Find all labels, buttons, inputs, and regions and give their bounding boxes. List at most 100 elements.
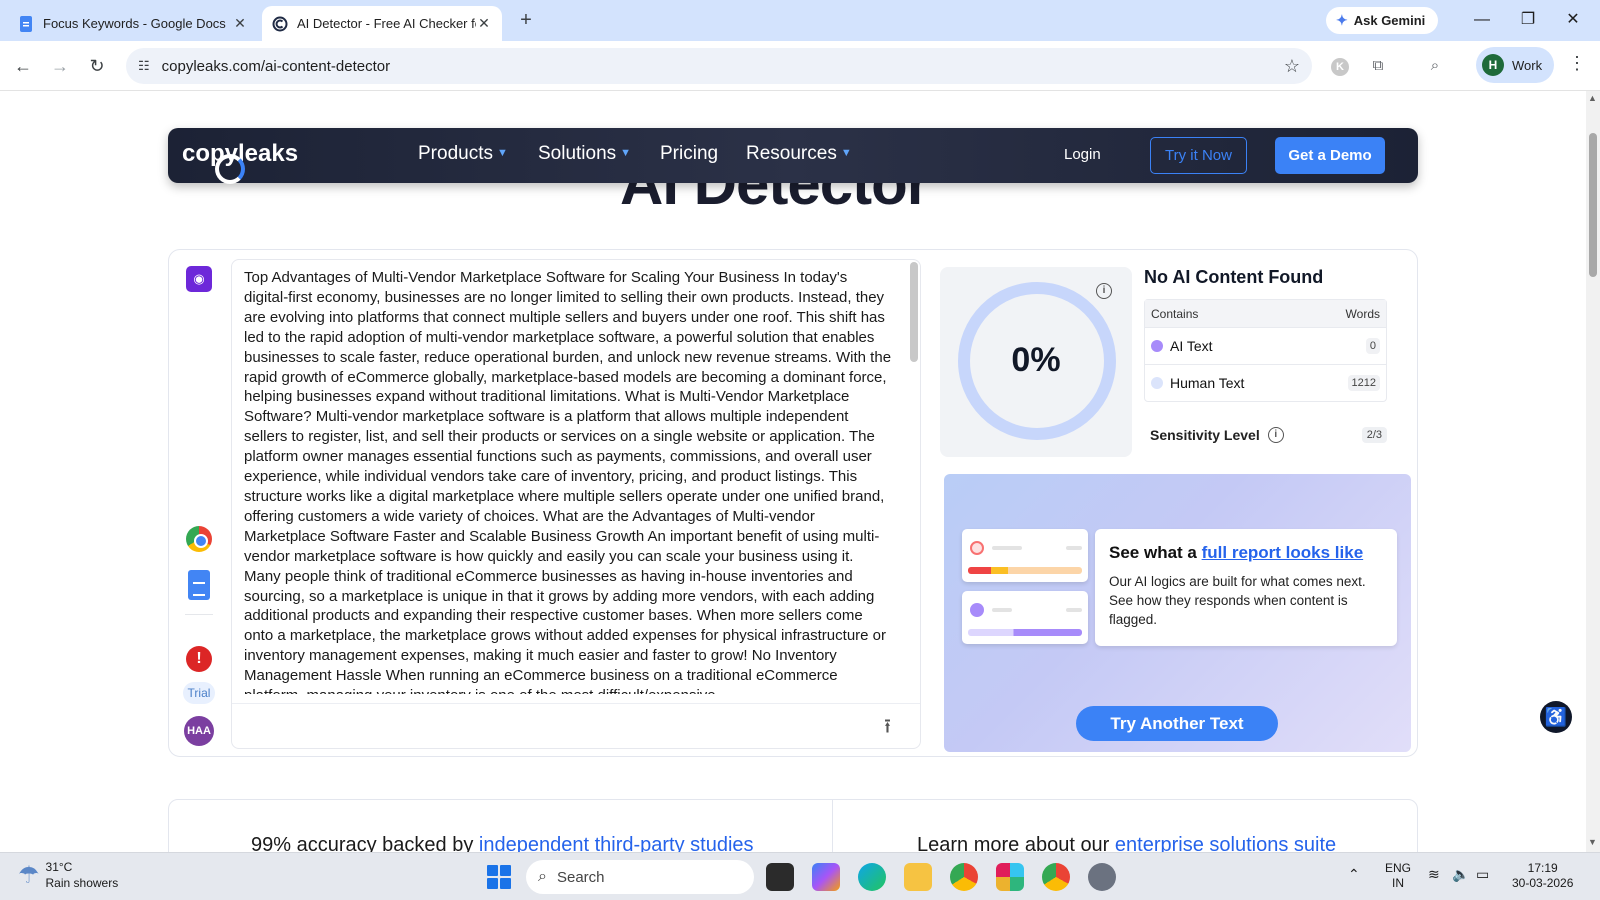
user-avatar[interactable]: HAA <box>184 716 214 746</box>
edge-icon[interactable] <box>858 863 886 891</box>
ai-score-box: 0% i <box>940 267 1132 457</box>
slack-icon[interactable] <box>996 863 1024 891</box>
bookmark-star-icon[interactable]: ☆ <box>1284 56 1300 77</box>
preview-bar <box>968 567 1082 574</box>
human-text-dot <box>1151 377 1163 389</box>
full-report-link[interactable]: full report looks like <box>1202 543 1364 562</box>
report-preview-card <box>962 591 1088 644</box>
copilot-icon[interactable] <box>812 863 840 891</box>
try-another-text-button[interactable]: Try Another Text <box>1076 706 1278 741</box>
scroll-up-icon[interactable]: ▲ <box>1588 93 1597 103</box>
profile-button[interactable]: H Work <box>1476 47 1554 83</box>
enterprise-suite-link[interactable]: enterprise solutions suite <box>1115 834 1336 852</box>
tab-search-icon[interactable]: ⌕ <box>1423 54 1447 78</box>
scroll-down-icon[interactable]: ▼ <box>1588 837 1597 847</box>
rail-divider <box>185 614 213 615</box>
wifi-icon[interactable]: ≋ <box>1428 867 1440 882</box>
info-icon[interactable]: i <box>1267 427 1284 443</box>
contains-header: Contains <box>1151 306 1199 321</box>
tab-title: AI Detector - Free AI Checker fo <box>297 16 476 31</box>
clock-time: 17:19 <box>1527 861 1558 875</box>
ask-gemini-button[interactable]: ✦ Ask Gemini <box>1326 7 1438 34</box>
site-info-icon[interactable]: ☷ <box>138 58 150 74</box>
input-text[interactable]: Top Advantages of Multi-Vendor Marketpla… <box>244 268 894 694</box>
omnibox[interactable]: ☷ copyleaks.com/ai-content-detector ☆ <box>126 48 1312 84</box>
nav-pricing[interactable]: Pricing <box>660 143 718 165</box>
accuracy-text: 99% accuracy backed by independent third… <box>251 834 754 852</box>
tab-ai-detector[interactable]: AI Detector - Free AI Checker fo ✕ <box>262 6 502 41</box>
accessibility-icon[interactable]: ♿ <box>1540 701 1572 733</box>
volume-icon[interactable]: 🔈 <box>1452 867 1469 882</box>
result-panel: No AI Content Found Contains Words AI Te… <box>1144 267 1394 457</box>
reload-button[interactable]: ↻ <box>84 53 110 79</box>
chrome-work-icon[interactable] <box>1042 863 1070 891</box>
detector-card: ◉ ! Trial HAA Top Advantages of Multi-Ve… <box>168 249 1418 757</box>
trial-badge[interactable]: Trial <box>183 682 215 704</box>
side-rail: ◉ ! Trial HAA <box>169 250 231 756</box>
sensitivity-row: Sensitivity Level i 2/3 <box>1150 427 1387 443</box>
extensions-puzzle-icon[interactable]: ⧉ <box>1366 54 1390 78</box>
warning-dot-icon <box>970 541 984 555</box>
text-scrollbar[interactable] <box>910 262 918 362</box>
settings-gear-icon[interactable] <box>1088 863 1116 891</box>
extension-k-icon[interactable]: K <box>1328 54 1352 78</box>
tab-google-docs[interactable]: Focus Keywords - Google Docs ✕ <box>8 6 258 41</box>
page-scrollbar[interactable]: ▲ ▼ <box>1586 91 1600 852</box>
rain-cloud-icon: ☂ <box>18 861 40 889</box>
close-window-button[interactable]: ✕ <box>1553 8 1593 32</box>
full-report-promo: See what a full report looks like Our AI… <box>944 474 1411 752</box>
result-table: Contains Words AI Text 0 Human Text 1212 <box>1144 299 1387 402</box>
promo-text-card: See what a full report looks like Our AI… <box>1095 529 1397 646</box>
promo-body: Our AI logics are built for what comes n… <box>1109 574 1366 627</box>
taskbar-search[interactable]: ⌕ Search <box>526 860 754 894</box>
alert-icon[interactable]: ! <box>186 646 212 672</box>
get-a-demo-button[interactable]: Get a Demo <box>1275 137 1385 174</box>
forward-button[interactable]: → <box>47 53 73 79</box>
result-heading: No AI Content Found <box>1144 267 1324 287</box>
copyleaks-logo[interactable]: copyleaks <box>182 140 298 184</box>
third-party-studies-link[interactable]: independent third-party studies <box>479 834 754 852</box>
clock[interactable]: 17:19 30-03-2026 <box>1512 861 1573 891</box>
human-text-label: Human Text <box>1170 375 1245 391</box>
language-indicator[interactable]: ENG IN <box>1385 861 1411 891</box>
battery-icon[interactable]: ▭ <box>1476 867 1489 882</box>
chevron-down-icon: ▼ <box>840 147 852 159</box>
close-tab-icon[interactable]: ✕ <box>476 15 492 32</box>
minimize-button[interactable]: — <box>1462 8 1502 32</box>
restore-button[interactable]: ❐ <box>1508 8 1548 32</box>
preview-line <box>992 608 1012 612</box>
sensitivity-value[interactable]: 2/3 <box>1361 427 1387 443</box>
chevron-up-icon[interactable]: ⌃ <box>1348 867 1360 882</box>
ask-gemini-label: Ask Gemini <box>1353 13 1426 28</box>
chrome-extension-icon[interactable] <box>186 526 212 552</box>
google-docs-addon-icon[interactable] <box>188 570 210 600</box>
url-text[interactable]: copyleaks.com/ai-content-detector <box>162 58 1284 75</box>
eye-icon[interactable]: ◉ <box>186 266 212 292</box>
upload-icon[interactable]: ⭱ <box>884 712 891 746</box>
address-toolbar: ← → ↻ ☷ copyleaks.com/ai-content-detecto… <box>0 41 1600 91</box>
back-button[interactable]: ← <box>10 53 36 79</box>
nav-products[interactable]: Products ▼ <box>418 143 508 165</box>
scrollbar-thumb[interactable] <box>1589 133 1597 277</box>
weather-widget[interactable]: ☂ 31°C Rain showers <box>18 859 118 891</box>
gemini-spark-icon: ✦ <box>1336 12 1348 28</box>
info-icon[interactable]: i <box>1096 283 1112 299</box>
chevron-down-icon: ▼ <box>496 147 508 159</box>
browser-menu-icon[interactable]: ⋮ <box>1568 53 1586 74</box>
file-explorer-icon[interactable] <box>904 863 932 891</box>
text-input-area[interactable]: Top Advantages of Multi-Vendor Marketpla… <box>231 259 921 749</box>
task-view-icon[interactable] <box>766 863 794 891</box>
ai-dot-icon <box>970 603 984 617</box>
tab-title: Focus Keywords - Google Docs <box>43 16 226 31</box>
nav-solutions[interactable]: Solutions ▼ <box>538 143 631 165</box>
weather-text: Rain showers <box>45 876 119 890</box>
new-tab-button[interactable]: + <box>512 8 540 34</box>
report-preview-card <box>962 529 1088 582</box>
chrome-icon[interactable] <box>950 863 978 891</box>
start-button-icon[interactable] <box>487 865 511 889</box>
nav-resources[interactable]: Resources ▼ <box>746 143 852 165</box>
close-tab-icon[interactable]: ✕ <box>232 15 248 32</box>
try-it-now-button[interactable]: Try it Now <box>1150 137 1247 174</box>
search-icon: ⌕ <box>538 868 547 885</box>
login-link[interactable]: Login <box>1064 146 1101 163</box>
